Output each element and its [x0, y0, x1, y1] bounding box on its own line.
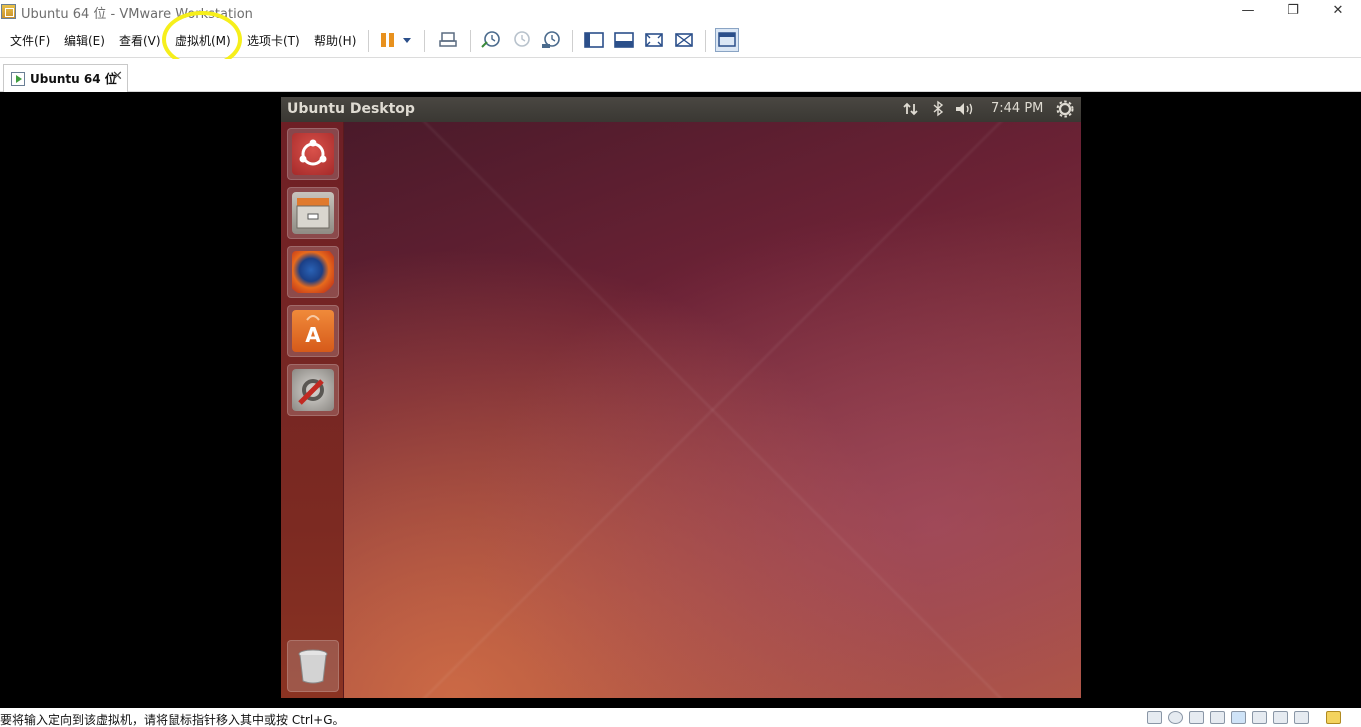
send-ctrl-alt-del-icon[interactable]: [437, 30, 459, 50]
tab-label: Ubuntu 64 位: [30, 72, 117, 86]
bluetooth-icon[interactable]: [931, 100, 945, 122]
ubuntu-dash-icon[interactable]: [287, 128, 339, 180]
vmware-window: Ubuntu 64 位 - VMware Workstation — ❐ ✕ 文…: [0, 0, 1361, 727]
menu-file[interactable]: 文件(F): [10, 32, 50, 49]
software-center-icon[interactable]: A: [287, 305, 339, 357]
volume-icon[interactable]: [954, 100, 978, 122]
restore-button[interactable]: ❐: [1270, 0, 1316, 24]
close-button[interactable]: ✕: [1315, 0, 1361, 24]
ubuntu-top-panel: Ubuntu Desktop 7:44 PM: [281, 97, 1081, 122]
tab-ubuntu-64[interactable]: Ubuntu 64 位 ✕: [3, 64, 128, 92]
system-settings-icon[interactable]: [287, 364, 339, 416]
panel-clock[interactable]: 7:44 PM: [991, 101, 1043, 116]
cd-dvd-icon[interactable]: [1168, 711, 1183, 724]
vmware-app-icon: [1, 4, 16, 19]
toolbar-separator: [470, 30, 471, 52]
display-icon[interactable]: [1294, 711, 1309, 724]
dropdown-arrow-icon[interactable]: [400, 30, 414, 50]
network-icon[interactable]: [902, 100, 920, 122]
firefox-icon[interactable]: [287, 246, 339, 298]
snapshot-revert-icon[interactable]: [510, 30, 532, 50]
library-view-icon[interactable]: [583, 30, 605, 50]
minimize-button[interactable]: —: [1225, 0, 1271, 24]
settings-gear-icon[interactable]: [1056, 100, 1074, 122]
toolbar-separator: [572, 30, 573, 52]
snapshot-take-icon[interactable]: [480, 30, 502, 50]
ubuntu-launcher: A: [281, 122, 344, 698]
pause-icon[interactable]: [378, 30, 400, 50]
network-adapter-icon[interactable]: [1189, 711, 1204, 724]
unity-icon[interactable]: [673, 30, 695, 50]
menu-view[interactable]: 查看(V): [119, 32, 161, 49]
console-view-icon[interactable]: [613, 30, 635, 50]
ubuntu-screen[interactable]: Ubuntu Desktop 7:44 PM A: [281, 97, 1081, 698]
camera-icon[interactable]: [1273, 711, 1288, 724]
panel-title: Ubuntu Desktop: [287, 101, 415, 117]
files-icon[interactable]: [287, 187, 339, 239]
thumbnail-view-icon[interactable]: [715, 28, 739, 52]
menu-help[interactable]: 帮助(H): [314, 32, 356, 49]
svg-text:A: A: [305, 323, 321, 347]
toolbar-separator: [705, 30, 706, 52]
tab-strip: Ubuntu 64 位 ✕: [0, 59, 1361, 92]
usb-icon[interactable]: [1231, 711, 1246, 724]
status-bar: 要将输入定向到该虚拟机，请将鼠标指针移入其中或按 Ctrl+G。: [0, 708, 1361, 727]
toolbar-separator: [368, 30, 369, 52]
menu-edit[interactable]: 编辑(E): [64, 32, 105, 49]
tab-close-icon[interactable]: ✕: [112, 69, 123, 84]
printer-icon[interactable]: [1210, 711, 1225, 724]
fullscreen-icon[interactable]: [643, 30, 665, 50]
vm-console[interactable]: Ubuntu Desktop 7:44 PM A: [0, 92, 1361, 708]
toolbar-separator: [424, 30, 425, 52]
sound-card-icon[interactable]: [1252, 711, 1267, 724]
message-icon[interactable]: [1326, 711, 1341, 724]
trash-icon[interactable]: [287, 640, 339, 692]
menu-tabs[interactable]: 选项卡(T): [247, 32, 300, 49]
vm-running-icon: [11, 72, 25, 86]
snapshot-manager-icon[interactable]: [540, 30, 562, 50]
status-message: 要将输入定向到该虚拟机，请将鼠标指针移入其中或按 Ctrl+G。: [0, 713, 345, 727]
hard-disk-icon[interactable]: [1147, 711, 1162, 724]
ubuntu-desktop-wallpaper[interactable]: [344, 122, 1081, 698]
